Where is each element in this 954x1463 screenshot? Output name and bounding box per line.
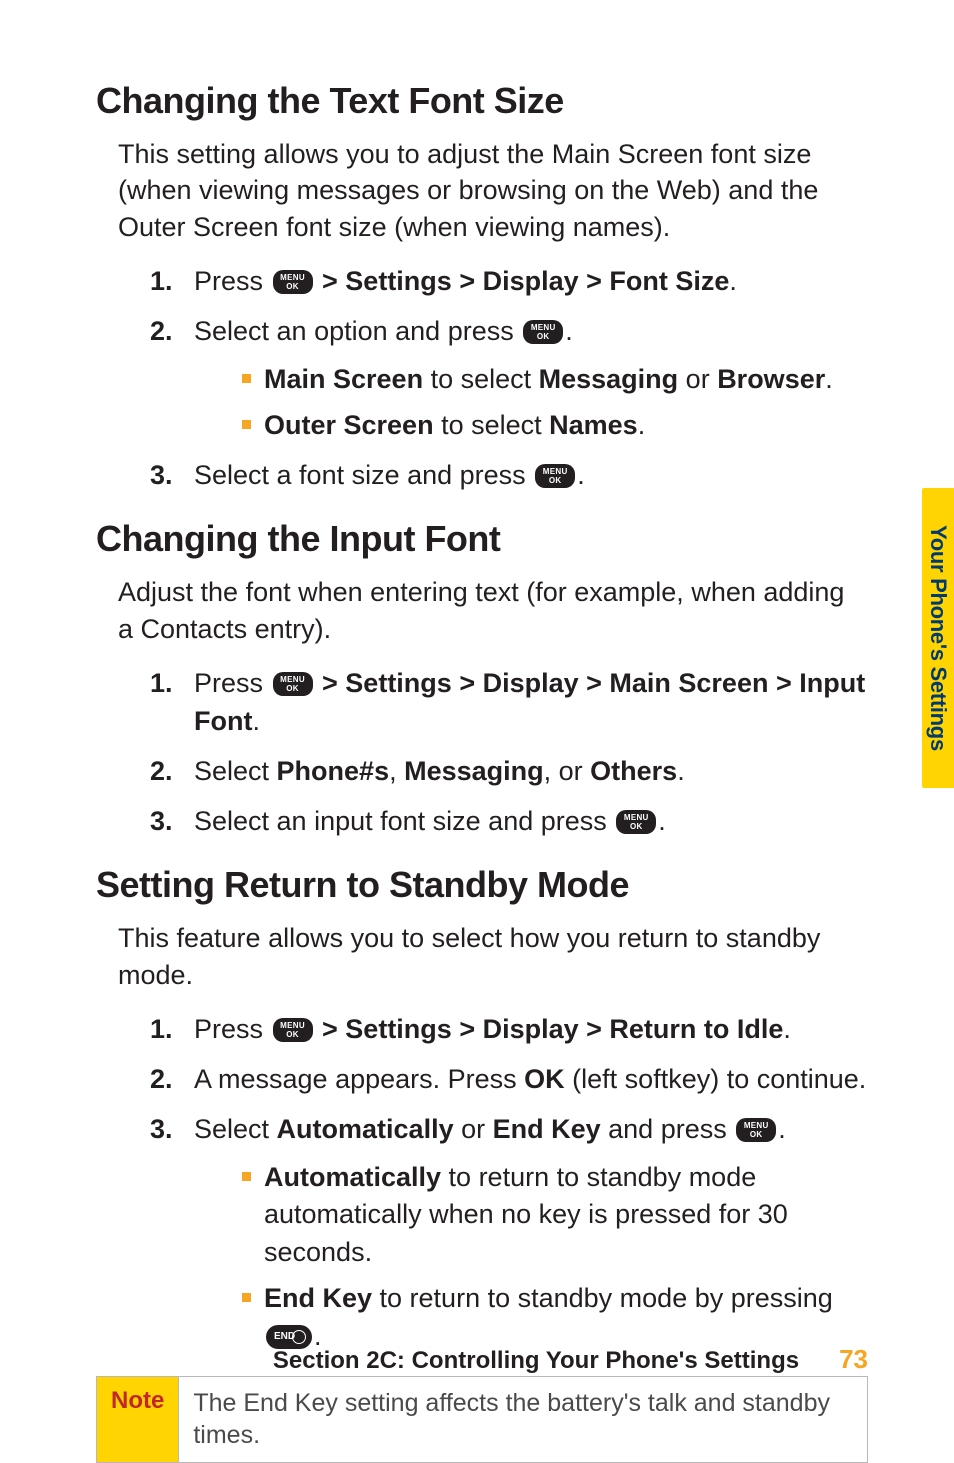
note-box: Note The End Key setting affects the bat… <box>96 1376 868 1463</box>
step-item: 1.Press > Settings > Display > Main Scre… <box>150 665 868 741</box>
bold-text: End Key <box>264 1283 372 1313</box>
sub-list: Main Screen to select Messaging or Brows… <box>242 361 868 445</box>
step-number: 3. <box>150 457 173 495</box>
step-item: 3.Select an input font size and press . <box>150 803 868 841</box>
step-number: 3. <box>150 1111 173 1149</box>
bold-text: Names <box>549 410 638 440</box>
bold-text: Messaging <box>539 364 679 394</box>
bold-text: End Key <box>493 1114 601 1144</box>
note-body: The End Key setting affects the battery'… <box>179 1377 867 1462</box>
bold-text: OK <box>524 1064 565 1094</box>
footer-section-title: Section 2C: Controlling Your Phone's Set… <box>273 1347 799 1375</box>
menu-ok-key-icon <box>535 464 575 488</box>
sub-item: Main Screen to select Messaging or Brows… <box>242 361 868 399</box>
menu-ok-key-icon <box>523 320 563 344</box>
step-number: 2. <box>150 313 173 351</box>
page-content: Changing the Text Font Size This setting … <box>96 80 868 1356</box>
steps-list: 1.Press > Settings > Display > Font Size… <box>150 263 868 494</box>
bold-text: Outer Screen <box>264 410 434 440</box>
side-tab: Your Phone's Settings <box>922 488 954 788</box>
sub-list: Automatically to return to standby mode … <box>242 1159 868 1356</box>
menu-ok-key-icon <box>736 1118 776 1142</box>
step-item: 2.Select an option and press .Main Scree… <box>150 313 868 444</box>
section-intro: This feature allows you to select how yo… <box>118 920 862 993</box>
bold-text: Main Screen <box>264 364 423 394</box>
bold-text: > Settings > Display > Font Size <box>315 266 730 296</box>
step-number: 3. <box>150 803 173 841</box>
bold-text: Automatically <box>277 1114 454 1144</box>
step-item: 1.Press > Settings > Display > Font Size… <box>150 263 868 301</box>
step-item: 2.A message appears. Press OK (left soft… <box>150 1061 868 1099</box>
section-heading: Changing the Input Font <box>96 518 868 560</box>
step-number: 2. <box>150 1061 173 1099</box>
sub-item: Outer Screen to select Names. <box>242 407 868 445</box>
section-heading: Changing the Text Font Size <box>96 80 868 122</box>
section-intro: Adjust the font when entering text (for … <box>118 574 862 647</box>
section-heading: Setting Return to Standby Mode <box>96 864 868 906</box>
menu-ok-key-icon <box>273 270 313 294</box>
sub-item: Automatically to return to standby mode … <box>242 1159 868 1272</box>
section-intro: This setting allows you to adjust the Ma… <box>118 136 862 245</box>
footer-page-number: 73 <box>839 1344 868 1375</box>
step-item: 2.Select Phone#s, Messaging, or Others. <box>150 753 868 791</box>
menu-ok-key-icon <box>616 810 656 834</box>
step-item: 3.Select Automatically or End Key and pr… <box>150 1111 868 1356</box>
bold-text: Browser <box>717 364 825 394</box>
bold-text: Phone#s <box>277 756 390 786</box>
bold-text: Automatically <box>264 1162 441 1192</box>
note-label: Note <box>97 1377 179 1462</box>
bold-text: > Settings > Display > Return to Idle <box>315 1014 784 1044</box>
step-number: 1. <box>150 263 173 301</box>
step-item: 1.Press > Settings > Display > Return to… <box>150 1011 868 1049</box>
step-number: 1. <box>150 1011 173 1049</box>
side-tab-label: Your Phone's Settings <box>925 525 951 751</box>
page-footer: Section 2C: Controlling Your Phone's Set… <box>96 1344 868 1375</box>
bold-text: Others <box>590 756 677 786</box>
menu-ok-key-icon <box>273 672 313 696</box>
steps-list: 1.Press > Settings > Display > Return to… <box>150 1011 868 1355</box>
bold-text: Messaging <box>404 756 544 786</box>
steps-list: 1.Press > Settings > Display > Main Scre… <box>150 665 868 840</box>
step-item: 3.Select a font size and press . <box>150 457 868 495</box>
step-number: 1. <box>150 665 173 703</box>
page: Changing the Text Font Size This setting … <box>0 0 954 1431</box>
step-number: 2. <box>150 753 173 791</box>
menu-ok-key-icon <box>273 1018 313 1042</box>
